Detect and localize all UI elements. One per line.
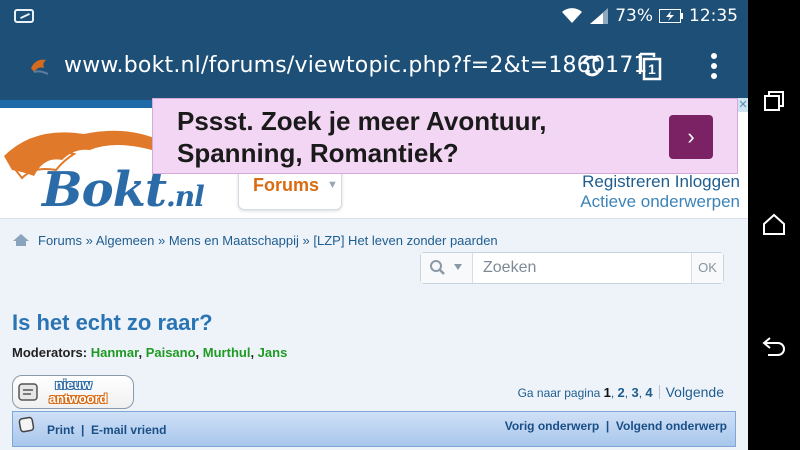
moderator-link[interactable]: Jans [258,345,288,360]
header-divider [0,218,748,219]
reply-label-line2: antwoord [49,391,108,406]
breadcrumb-item-algemeen[interactable]: Algemeen [96,233,155,248]
browser-toolbar: www.bokt.nl/forums/viewtopic.php?f=2&t=1… [0,32,748,100]
tab-count: 1 [648,61,656,77]
search-box: Zoeken OK [420,252,724,284]
status-icons: 73% 12:35 [561,6,738,26]
ad-text: Pssst. Zoek je meer Avontuur, Spanning, … [177,106,547,168]
ad-arrow-button[interactable]: › [669,115,713,159]
topic-icon [17,415,37,435]
home-icon[interactable] [12,233,30,247]
ad-banner[interactable]: Pssst. Zoek je meer Avontuur, Spanning, … [152,98,738,174]
tabs-button[interactable]: 1 [634,50,666,82]
wifi-icon [561,7,583,25]
forums-tab-label: Forums [253,175,320,195]
clock: 12:35 [689,6,738,26]
topic-actions-bar: Print | E-mail vriend Vorig onderwerp | … [12,411,736,447]
status-bar: 73% 12:35 [0,0,748,32]
moderator-link[interactable]: Hanmar [91,345,139,360]
login-link[interactable]: Inloggen [675,172,740,191]
active-topics-link[interactable]: Actieve onderwerpen [580,192,740,211]
current-page: 1 [603,385,611,400]
page-link[interactable]: 4 [645,385,652,400]
email-friend-link[interactable]: E-mail vriend [91,423,166,437]
battery-icon [659,9,683,23]
print-link[interactable]: Print [47,423,74,437]
notification-icon [14,9,34,23]
home-button-icon[interactable] [760,210,788,238]
search-options[interactable] [421,253,473,283]
page-link[interactable]: 3 [631,385,638,400]
search-ok-button[interactable]: OK [691,253,723,283]
moderator-link[interactable]: Murthul [203,345,251,360]
next-topic-link[interactable]: Volgend onderwerp [616,419,727,433]
topic-tools: Print | E-mail vriend [47,423,167,437]
chevron-down-icon: ▼ [327,179,338,191]
ad-close-icon[interactable]: ✕ [738,98,748,112]
search-input[interactable]: Zoeken [483,259,536,277]
android-nav-bar [748,0,800,450]
register-link[interactable]: Registreren [582,172,670,191]
pagination: Ga naar pagina 1, 2, 3, 4 Volgende [517,384,724,400]
battery-percent: 73% [615,6,653,26]
breadcrumb: Forums » Algemeen » Mens en Maatschappij… [12,233,498,248]
moderator-link[interactable]: Paisano [146,345,196,360]
site-favicon [28,54,52,78]
breadcrumb-item-lzp[interactable]: [LZP] Het leven zonder paarden [313,233,497,248]
topic-nav: Vorig onderwerp | Volgend onderwerp [504,419,727,433]
back-button-icon[interactable] [760,330,788,358]
header-links: Registreren Inloggen Actieve onderwerpen [580,172,740,212]
menu-icon[interactable] [698,50,730,82]
recent-apps-icon[interactable] [760,88,788,116]
url-field[interactable]: www.bokt.nl/forums/viewtopic.php?f=2&t=1… [64,53,648,78]
reply-icon [17,380,43,404]
reply-label-line1: nieuw [55,377,92,392]
new-reply-button[interactable]: nieuw antwoord [12,375,134,409]
breadcrumb-item-forums[interactable]: Forums [38,233,82,248]
reload-icon[interactable] [576,50,608,82]
breadcrumb-item-mens[interactable]: Mens en Maatschappij [169,233,299,248]
topic-title[interactable]: Is het echt zo raar? [12,310,213,336]
next-page-link[interactable]: Volgende [666,384,724,400]
search-icon [430,260,462,275]
prev-topic-link[interactable]: Vorig onderwerp [505,419,599,433]
page-link[interactable]: 2 [618,385,625,400]
moderators-line: Moderators: Hanmar, Paisano, Murthul, Ja… [12,345,288,360]
signal-icon [589,7,609,25]
